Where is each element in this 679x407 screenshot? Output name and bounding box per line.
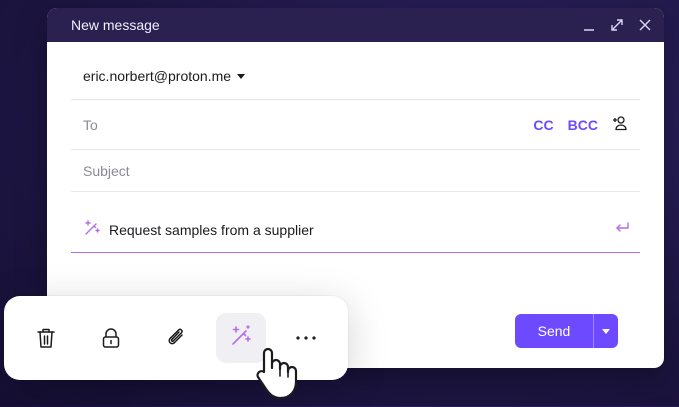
composer-titlebar: New message — [47, 8, 664, 42]
subject-field[interactable]: Subject — [83, 163, 130, 179]
from-row[interactable]: eric.norbert@proton.me — [83, 66, 628, 86]
recipient-options: CC BCC — [533, 115, 628, 136]
composer-title: New message — [71, 17, 160, 33]
divider — [71, 149, 640, 150]
close-icon[interactable] — [638, 18, 652, 32]
assistant-prompt-row[interactable]: Request samples from a supplier — [71, 208, 640, 253]
assistant-prompt-input[interactable]: Request samples from a supplier — [109, 222, 314, 238]
chevron-down-icon[interactable] — [237, 67, 246, 85]
paperclip-icon[interactable] — [151, 313, 201, 363]
bcc-button[interactable]: BCC — [568, 117, 598, 133]
cc-button[interactable]: CC — [533, 117, 553, 133]
magic-wand-icon — [83, 219, 101, 242]
lock-icon[interactable] — [86, 313, 136, 363]
trash-icon[interactable] — [21, 313, 71, 363]
expand-icon[interactable] — [610, 18, 624, 32]
to-row[interactable]: To CC BCC — [83, 115, 628, 135]
send-button[interactable]: Send — [515, 314, 593, 348]
to-field[interactable]: To — [83, 117, 98, 133]
enter-icon[interactable] — [614, 221, 630, 240]
send-button-group: Send — [515, 314, 618, 348]
window-controls — [582, 18, 652, 32]
from-address[interactable]: eric.norbert@proton.me — [83, 68, 231, 84]
divider — [71, 191, 640, 192]
add-contact-icon[interactable] — [612, 115, 628, 136]
subject-row[interactable]: Subject — [83, 161, 628, 181]
divider — [71, 99, 640, 100]
send-options-button[interactable] — [594, 314, 618, 348]
pointer-hand-icon — [250, 344, 308, 407]
minimize-icon[interactable] — [582, 18, 596, 32]
